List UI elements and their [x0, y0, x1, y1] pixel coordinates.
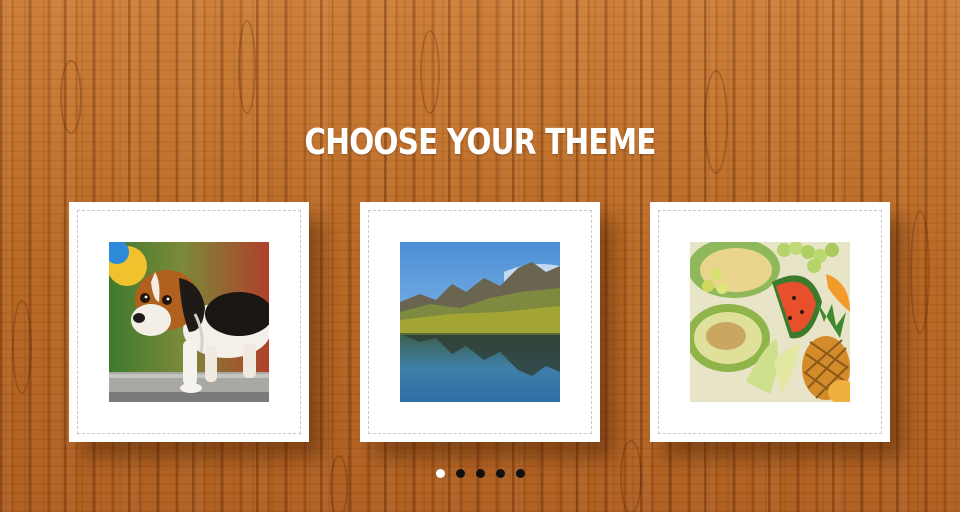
wood-background: CHOOSE YOUR THEME — [0, 0, 960, 512]
wood-knot — [12, 300, 32, 394]
wood-knot — [60, 60, 82, 134]
wood-knot — [420, 30, 440, 114]
fruit-platter-photo — [690, 242, 850, 402]
wood-knot — [910, 210, 930, 334]
wood-knot — [330, 455, 348, 512]
carousel-pagination — [0, 469, 960, 478]
pagination-dot-5[interactable] — [515, 469, 525, 478]
pagination-dot-2[interactable] — [455, 469, 465, 478]
theme-card-fruit[interactable] — [650, 202, 890, 442]
pagination-dot-1[interactable] — [435, 469, 445, 478]
theme-card-puppy[interactable] — [69, 202, 309, 442]
pagination-dot-3[interactable] — [475, 469, 485, 478]
page-title: CHOOSE YOUR THEME — [304, 122, 656, 163]
wood-knot — [238, 20, 256, 114]
theme-card-landscape[interactable] — [360, 202, 600, 442]
beagle-puppy-photo — [109, 242, 269, 402]
mountain-lake-photo — [400, 242, 560, 402]
pagination-dot-4[interactable] — [495, 469, 505, 478]
